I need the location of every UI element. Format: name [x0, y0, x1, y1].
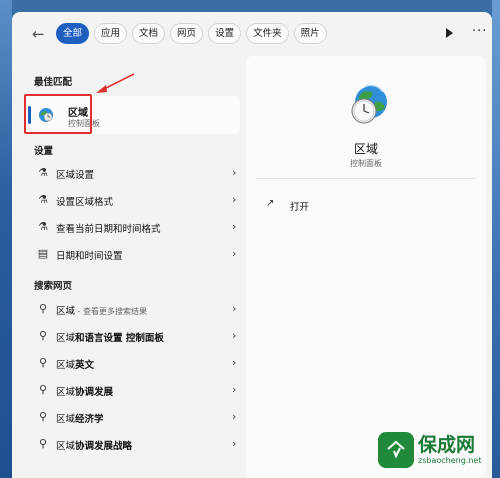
results-list: 最佳匹配 区域 控制面板 设置 ⚗ 区域设置 › ⚗ 设置区域格式 › ⚗ 查看…: [12, 56, 242, 478]
desktop-wallpaper-right: [492, 0, 500, 478]
region-globe-icon: [351, 84, 387, 124]
chevron-right-icon: ›: [232, 410, 237, 423]
tab-all[interactable]: 全部: [56, 23, 90, 44]
web-result-item[interactable]: ⚲ 区域和语言设置 控制面板 ›: [24, 323, 240, 349]
detail-pane: 区域 控制面板 ↗ 打开: [246, 56, 486, 478]
chevron-right-icon: ›: [232, 329, 237, 342]
back-arrow-icon[interactable]: ←: [32, 26, 48, 42]
web-result-item[interactable]: ⚲ 区域协调发展 ›: [24, 377, 240, 403]
settings-item-label: 查看当前日期和时间格式: [56, 224, 161, 235]
house-icon: [387, 440, 405, 459]
desktop-wallpaper-left: [0, 0, 12, 478]
red-highlight-box: [24, 94, 92, 134]
tab-apps[interactable]: 应用: [94, 23, 128, 44]
settings-item[interactable]: ⚗ 区域设置 ›: [24, 160, 240, 186]
tab-web[interactable]: 网页: [170, 23, 204, 44]
chevron-right-icon: ›: [232, 193, 237, 206]
web-result-label: 区域协调发展战略: [56, 441, 133, 452]
watermark: 保成网 zsbaocheng.net: [372, 422, 500, 478]
chevron-right-icon: ›: [232, 247, 237, 260]
web-result-label: 区域 - 查看更多搜索结果: [56, 306, 147, 317]
chevron-right-icon: ›: [232, 166, 237, 179]
search-icon: ⚲: [38, 302, 48, 315]
search-icon: ⚲: [38, 410, 48, 423]
search-panel: ← 全部 应用 文档 网页 设置 文件夹 照片 ··· 最佳匹配 区域 控制面板…: [12, 12, 492, 478]
settings-heading: 设置: [34, 146, 54, 157]
watermark-text: 保成网: [418, 434, 476, 456]
settings-item-label: 设置区域格式: [56, 197, 114, 208]
tab-documents[interactable]: 文档: [132, 23, 166, 44]
chevron-right-icon: ›: [232, 220, 237, 233]
best-match-heading: 最佳匹配: [34, 77, 73, 88]
web-result-label: 区域英文: [56, 360, 95, 371]
watermark-logo: [378, 432, 414, 468]
search-icon: ⚲: [38, 356, 48, 369]
tab-folders[interactable]: 文件夹: [246, 23, 289, 44]
settings-item[interactable]: ⚗ 设置区域格式 ›: [24, 187, 240, 213]
web-result-label: 区域协调发展: [56, 387, 114, 398]
web-search-heading: 搜索网页: [34, 281, 73, 292]
chevron-right-icon: ›: [232, 437, 237, 450]
web-result-item[interactable]: ⚲ 区域 - 查看更多搜索结果 ›: [24, 296, 240, 322]
web-result-label: 区域和语言设置 控制面板: [56, 333, 164, 344]
detail-subtitle: 控制面板: [350, 159, 382, 168]
web-result-item[interactable]: ⚲ 区域英文 ›: [24, 350, 240, 376]
search-top-bar: ← 全部 应用 文档 网页 设置 文件夹 照片 ···: [12, 12, 492, 56]
settings-item[interactable]: ▤ 日期和时间设置 ›: [24, 241, 240, 267]
watermark-url: zsbaocheng.net: [418, 456, 482, 465]
calendar-clock-icon: ▤: [37, 247, 49, 260]
settings-item-label: 区域设置: [56, 170, 95, 181]
chevron-right-icon: ›: [232, 302, 237, 315]
region-settings-icon: ⚗: [38, 166, 48, 179]
search-icon: ⚲: [38, 383, 48, 396]
datetime-format-icon: ⚗: [38, 220, 48, 233]
search-icon: ⚲: [38, 329, 48, 342]
play-icon[interactable]: [446, 28, 453, 38]
web-result-item[interactable]: ⚲ 区域经济学 ›: [24, 404, 240, 430]
detail-divider: [256, 178, 476, 179]
region-format-icon: ⚗: [38, 193, 48, 206]
filter-tabs: 全部 应用 文档 网页 设置 文件夹 照片: [56, 23, 327, 44]
open-label: 打开: [290, 202, 310, 213]
web-result-label: 区域经济学: [56, 414, 104, 425]
settings-item-label: 日期和时间设置: [56, 251, 123, 262]
chevron-right-icon: ›: [232, 383, 237, 396]
red-annotation-arrow-icon: [96, 73, 135, 93]
chevron-right-icon: ›: [232, 356, 237, 369]
settings-item[interactable]: ⚗ 查看当前日期和时间格式 ›: [24, 214, 240, 240]
more-options-icon[interactable]: ···: [472, 24, 487, 39]
detail-title: 区域: [353, 142, 378, 156]
open-external-icon: ↗: [266, 198, 275, 209]
tab-photos[interactable]: 照片: [293, 23, 327, 44]
web-result-item[interactable]: ⚲ 区域协调发展战略 ›: [24, 431, 240, 457]
search-icon: ⚲: [38, 437, 48, 450]
tab-settings[interactable]: 设置: [208, 23, 242, 44]
